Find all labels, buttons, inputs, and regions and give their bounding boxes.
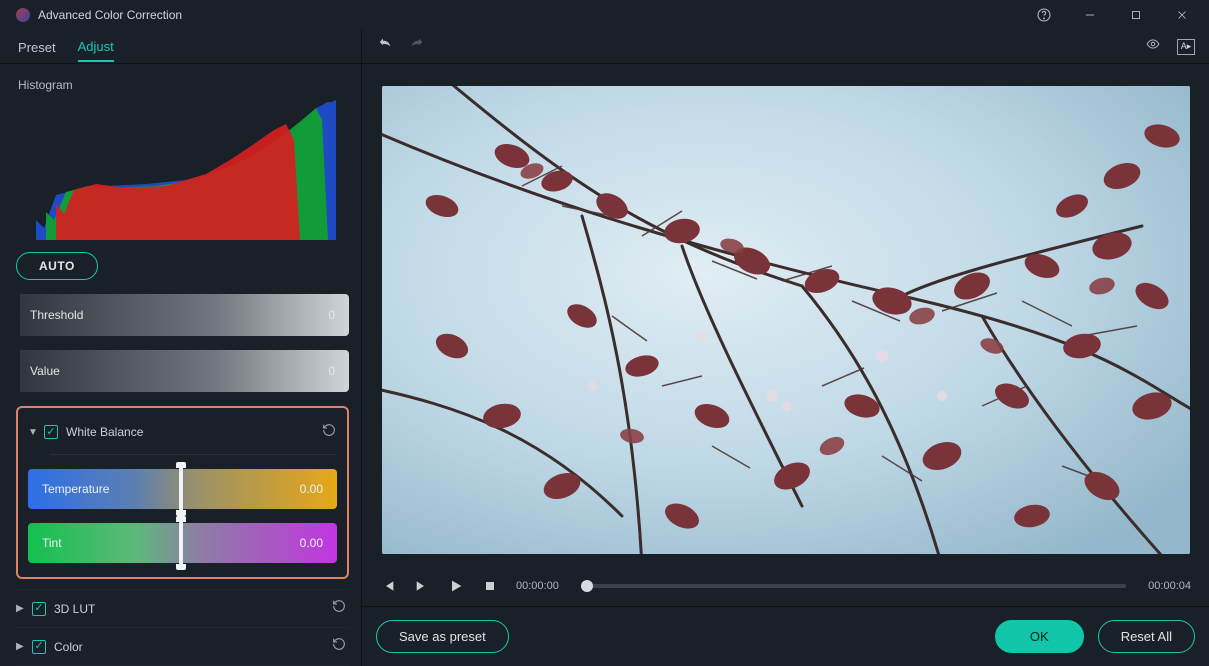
preview-pane: A▸ — [362, 30, 1209, 666]
white-balance-panel: ▼ White Balance Temperature 0.00 — [16, 406, 349, 579]
chevron-right-icon[interactable]: ▶ — [16, 641, 24, 652]
timeline-scrubber[interactable] — [581, 584, 1126, 588]
tint-value: 0.00 — [300, 536, 323, 550]
threshold-value: 0 — [328, 308, 335, 322]
compare-ab-button[interactable]: A▸ — [1177, 39, 1195, 55]
sidebar-tabs: Preset Adjust — [0, 30, 361, 64]
temperature-slider[interactable]: Temperature 0.00 — [28, 469, 337, 509]
value-slider[interactable]: Value 0 — [16, 350, 349, 392]
color-reset-button[interactable] — [331, 636, 347, 657]
lut-checkbox[interactable] — [32, 602, 46, 616]
tab-preset[interactable]: Preset — [18, 40, 56, 61]
value-label: Value — [30, 364, 60, 378]
value-value: 0 — [328, 364, 335, 378]
reset-all-button[interactable]: Reset All — [1098, 620, 1195, 653]
close-button[interactable] — [1161, 1, 1203, 29]
timeline-playhead[interactable] — [581, 580, 593, 592]
chevron-right-icon[interactable]: ▶ — [16, 603, 24, 614]
total-time: 00:00:04 — [1148, 580, 1191, 592]
footer-bar: Save as preset OK Reset All — [362, 606, 1209, 666]
app-icon — [16, 8, 30, 22]
threshold-slider-thumb[interactable] — [16, 293, 20, 337]
auto-button[interactable]: AUTO — [16, 252, 98, 280]
prev-frame-button[interactable] — [380, 578, 396, 594]
tint-label: Tint — [42, 536, 62, 550]
stop-button[interactable] — [482, 578, 498, 594]
undo-button[interactable] — [376, 36, 394, 57]
save-as-preset-button[interactable]: Save as preset — [376, 620, 509, 653]
redo-button — [408, 36, 426, 57]
adjust-sidebar: Preset Adjust Histogram AUTO Threshold 0 — [0, 30, 362, 666]
preview-toggle-button[interactable] — [1143, 37, 1163, 56]
video-preview — [382, 86, 1190, 554]
histogram-chart — [16, 100, 336, 240]
panel-color[interactable]: ▶ Color — [16, 627, 349, 665]
playback-controls: 00:00:00 00:00:04 — [362, 566, 1209, 606]
tint-slider-handle[interactable] — [179, 519, 183, 567]
lut-label: 3D LUT — [54, 602, 95, 616]
temperature-label: Temperature — [42, 482, 109, 496]
white-balance-checkbox[interactable] — [44, 425, 58, 439]
temperature-slider-handle[interactable] — [179, 465, 183, 513]
threshold-label: Threshold — [30, 308, 83, 322]
histogram-label: Histogram — [18, 78, 349, 92]
next-frame-button[interactable] — [414, 578, 430, 594]
window-title: Advanced Color Correction — [38, 8, 182, 22]
white-balance-reset-button[interactable] — [321, 422, 337, 443]
color-label: Color — [54, 640, 83, 654]
panel-3d-lut[interactable]: ▶ 3D LUT — [16, 589, 349, 627]
current-time: 00:00:00 — [516, 580, 559, 592]
divider — [50, 454, 337, 455]
ok-button[interactable]: OK — [995, 620, 1084, 653]
value-slider-thumb[interactable] — [16, 349, 20, 393]
tab-adjust[interactable]: Adjust — [78, 39, 114, 62]
threshold-slider[interactable]: Threshold 0 — [16, 294, 349, 336]
title-bar: Advanced Color Correction — [0, 0, 1209, 30]
play-button[interactable] — [448, 578, 464, 594]
tint-slider[interactable]: Tint 0.00 — [28, 523, 337, 563]
help-button[interactable] — [1023, 1, 1065, 29]
lut-reset-button[interactable] — [331, 598, 347, 619]
temperature-value: 0.00 — [300, 482, 323, 496]
chevron-down-icon[interactable]: ▼ — [28, 427, 36, 438]
maximize-button[interactable] — [1115, 1, 1157, 29]
color-checkbox[interactable] — [32, 640, 46, 654]
minimize-button[interactable] — [1069, 1, 1111, 29]
white-balance-label: White Balance — [66, 425, 143, 439]
